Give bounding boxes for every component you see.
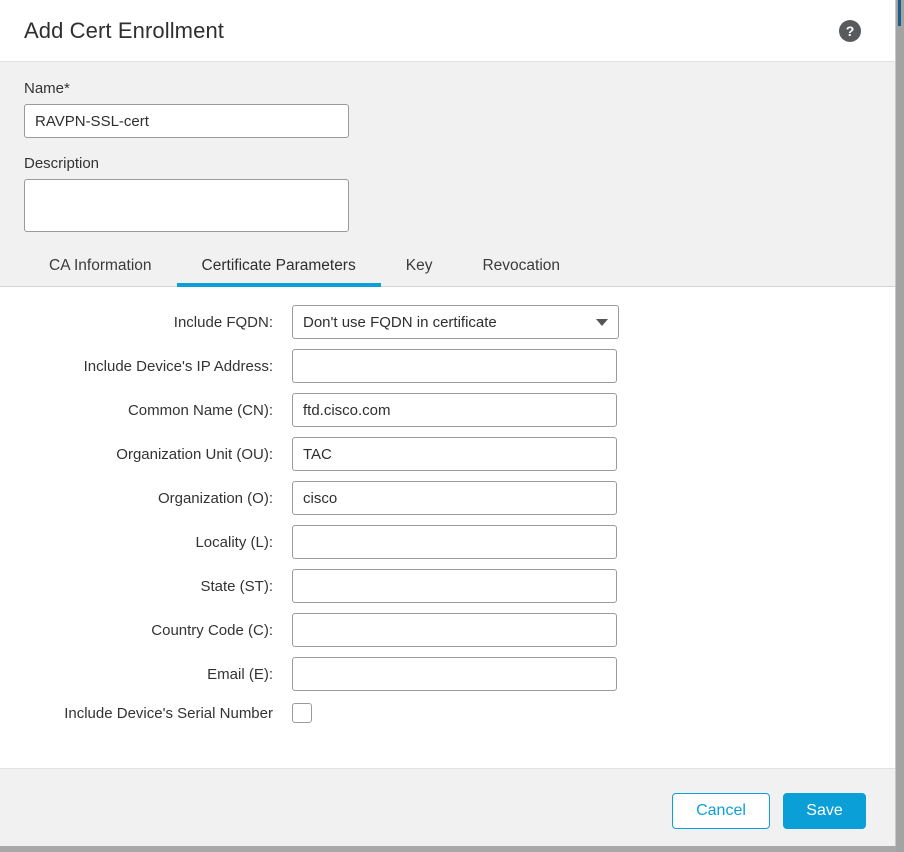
state-input[interactable] xyxy=(292,569,617,603)
organization-unit-label: Organization Unit (OU): xyxy=(116,445,273,463)
page-scrollbar-thumb[interactable] xyxy=(898,0,901,26)
device-ip-label: Include Device's IP Address: xyxy=(83,357,273,375)
include-serial-number-label: Include Device's Serial Number xyxy=(64,704,273,722)
email-label: Email (E): xyxy=(207,665,273,683)
row-state: State (ST): xyxy=(0,569,895,603)
email-input[interactable] xyxy=(292,657,617,691)
footer-baseline-divider xyxy=(0,846,896,852)
include-serial-number-checkbox[interactable] xyxy=(292,703,312,723)
row-common-name: Common Name (CN): xyxy=(0,393,895,427)
tab-key[interactable]: Key xyxy=(381,257,458,287)
help-question-icon[interactable]: ? xyxy=(839,19,861,42)
include-fqdn-select[interactable]: Don't use FQDN in certificate xyxy=(292,305,619,339)
tab-strip: CA Information Certificate Parameters Ke… xyxy=(0,237,895,287)
locality-input[interactable] xyxy=(292,525,617,559)
certificate-parameters-panel: Include FQDN: Don't use FQDN in certific… xyxy=(0,287,895,768)
common-name-input[interactable] xyxy=(292,393,617,427)
include-fqdn-select-wrap: Don't use FQDN in certificate xyxy=(292,305,619,339)
page-scrollbar-track[interactable] xyxy=(896,0,904,852)
row-include-serial-number: Include Device's Serial Number xyxy=(0,701,895,725)
dialog-footer: Cancel Save xyxy=(0,768,895,852)
device-ip-input[interactable] xyxy=(292,349,617,383)
row-country-code: Country Code (C): xyxy=(0,613,895,647)
row-email: Email (E): xyxy=(0,657,895,691)
row-organization-unit: Organization Unit (OU): xyxy=(0,437,895,471)
row-organization: Organization (O): xyxy=(0,481,895,515)
row-device-ip: Include Device's IP Address: xyxy=(0,349,895,383)
organization-label: Organization (O): xyxy=(157,489,273,507)
country-code-input[interactable] xyxy=(292,613,617,647)
add-cert-enrollment-dialog: Add Cert Enrollment ? Name* Description … xyxy=(0,0,896,852)
name-description-section: Name* Description xyxy=(0,62,895,237)
name-input[interactable] xyxy=(24,104,349,138)
locality-label: Locality (L): xyxy=(195,533,273,551)
common-name-label: Common Name (CN): xyxy=(127,401,273,419)
tab-certificate-parameters[interactable]: Certificate Parameters xyxy=(176,257,381,287)
description-label: Description xyxy=(24,155,100,172)
organization-input[interactable] xyxy=(292,481,617,515)
description-input[interactable] xyxy=(24,179,349,232)
page-title: Add Cert Enrollment xyxy=(24,17,224,43)
dialog-header: Add Cert Enrollment ? xyxy=(0,0,895,62)
state-label: State (ST): xyxy=(200,577,273,595)
country-code-label: Country Code (C): xyxy=(151,621,273,639)
row-include-fqdn: Include FQDN: Don't use FQDN in certific… xyxy=(0,305,895,339)
cancel-button[interactable]: Cancel xyxy=(672,792,770,829)
organization-unit-input[interactable] xyxy=(292,437,617,471)
include-fqdn-label: Include FQDN: xyxy=(173,313,273,331)
tab-ca-information[interactable]: CA Information xyxy=(24,257,177,287)
name-label: Name* xyxy=(24,80,70,97)
tab-revocation[interactable]: Revocation xyxy=(457,257,585,287)
save-button[interactable]: Save xyxy=(783,792,866,829)
row-locality: Locality (L): xyxy=(0,525,895,559)
